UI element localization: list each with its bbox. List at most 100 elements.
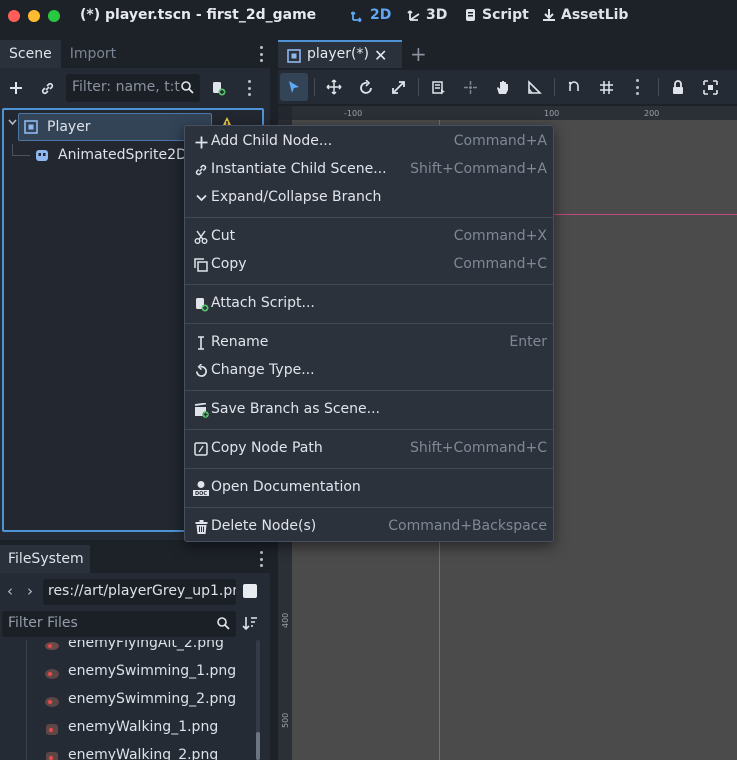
workspace-script-button[interactable]: Script xyxy=(463,7,529,23)
context-menu: Add Child Node... Command+A Instantiate … xyxy=(184,125,554,542)
ruler-mode-button[interactable] xyxy=(520,73,548,101)
attach-script-icon xyxy=(212,81,225,95)
menu-item-open-documentation[interactable]: DOC Open Documentation xyxy=(191,475,547,501)
scale-mode-button[interactable] xyxy=(384,73,412,101)
filesystem-path-row: ‹ › res://art/playerGrey_up1.pn xyxy=(0,577,270,605)
scene-filter-placeholder: Filter: name, t:t xyxy=(72,79,180,95)
more-vertical-icon xyxy=(636,79,640,95)
workspace-assetlib-button[interactable]: AssetLib xyxy=(542,7,628,23)
dock-menu-icon[interactable] xyxy=(260,551,264,567)
group-button[interactable] xyxy=(696,73,724,101)
copy-icon xyxy=(193,257,209,273)
filesystem-scrollbar[interactable] xyxy=(256,640,260,760)
2d-icon xyxy=(351,11,362,22)
scrollbar-thumb[interactable] xyxy=(256,732,260,760)
menu-item-save-branch-as-scene[interactable]: Save Branch as Scene... xyxy=(191,397,547,423)
link-icon xyxy=(193,162,209,178)
tab-label: player(*) xyxy=(307,46,369,62)
menu-item-rename[interactable]: Rename Enter xyxy=(191,330,547,356)
assetlib-icon xyxy=(543,9,555,21)
menu-item-delete-nodes[interactable]: Delete Node(s) Command+Backspace xyxy=(191,514,547,540)
svg-text:DOC: DOC xyxy=(195,491,207,496)
close-window-button[interactable] xyxy=(8,10,20,22)
rotate-icon xyxy=(359,79,372,94)
tab-filesystem[interactable]: FileSystem xyxy=(0,545,90,573)
animated-sprite-icon xyxy=(36,150,48,161)
sort-icon[interactable] xyxy=(242,615,258,631)
add-icon xyxy=(193,134,209,150)
text-cursor-icon xyxy=(193,335,209,351)
filesystem-dock: FileSystem ‹ › res://art/playerGrey_up1.… xyxy=(0,545,270,760)
menu-separator xyxy=(185,468,553,469)
menu-item-expand-collapse-branch[interactable]: Expand/Collapse Branch xyxy=(191,185,547,211)
menu-item-change-type[interactable]: Change Type... xyxy=(191,358,547,384)
3d-icon xyxy=(407,10,420,21)
toggle-split-icon[interactable] xyxy=(243,584,257,598)
back-arrow-icon[interactable]: ‹ xyxy=(7,582,13,600)
filter-files-input[interactable]: Filter Files xyxy=(2,611,236,637)
instantiate-scene-button[interactable] xyxy=(36,72,58,104)
menu-item-copy[interactable]: Copy Command+C xyxy=(191,252,547,278)
script-icon xyxy=(466,9,475,21)
image-file-icon xyxy=(45,697,59,707)
menu-item-label: Expand/Collapse Branch xyxy=(211,189,382,205)
pan-mode-button[interactable] xyxy=(488,73,516,101)
rotate-mode-button[interactable] xyxy=(352,73,380,101)
filesystem-tabs: FileSystem xyxy=(0,545,270,573)
pivot-mode-button[interactable] xyxy=(456,73,484,101)
link-icon xyxy=(41,82,53,94)
menu-item-instantiate-child-scene[interactable]: Instantiate Child Scene... Shift+Command… xyxy=(191,157,547,183)
workspace-3d-button[interactable]: 3D xyxy=(407,7,447,23)
menu-item-label: Add Child Node... xyxy=(211,133,333,149)
move-mode-button[interactable] xyxy=(320,73,348,101)
maximize-window-button[interactable] xyxy=(48,10,60,22)
menu-item-label: Attach Script... xyxy=(211,295,315,311)
select-mode-button[interactable] xyxy=(280,73,308,101)
title-bar: (*) player.tscn - first_2d_game 2D 3D Sc… xyxy=(0,0,737,33)
plus-icon xyxy=(10,82,22,94)
tree-item-animatedsprite2d[interactable]: AnimatedSprite2D xyxy=(34,141,187,169)
image-file-icon xyxy=(46,752,58,760)
add-node-button[interactable] xyxy=(6,72,26,104)
tab-import[interactable]: Import xyxy=(61,40,125,68)
window-title: (*) player.tscn - first_2d_game xyxy=(80,7,317,23)
attach-script-icon xyxy=(193,296,209,312)
menu-item-cut[interactable]: Cut Command+X xyxy=(191,224,547,250)
tab-player[interactable]: player(*) ✕ xyxy=(278,40,402,68)
path-field[interactable]: res://art/playerGrey_up1.pn xyxy=(43,579,236,605)
menu-item-label: Copy Node Path xyxy=(211,440,323,456)
menu-item-copy-node-path[interactable]: Copy Node Path Shift+Command+C xyxy=(191,436,547,462)
scene-more-button[interactable] xyxy=(243,72,257,104)
scene-dock-tabs: Scene Import xyxy=(0,40,270,68)
ruler-icon xyxy=(527,79,542,94)
menu-item-attach-script[interactable]: Attach Script... xyxy=(191,291,547,317)
forward-arrow-icon[interactable]: › xyxy=(27,582,33,600)
more-vertical-icon xyxy=(248,80,252,96)
menu-item-label: Cut xyxy=(211,228,236,244)
move-icon xyxy=(326,79,342,95)
minimize-window-button[interactable] xyxy=(28,10,40,22)
smart-snap-icon xyxy=(568,80,579,91)
scene-filter-input[interactable]: Filter: name, t:t xyxy=(66,74,200,102)
menu-separator xyxy=(185,507,553,508)
grid-snap-button[interactable] xyxy=(592,73,620,101)
node-path-icon xyxy=(193,441,209,457)
menu-item-add-child-node[interactable]: Add Child Node... Command+A xyxy=(191,129,547,155)
close-icon[interactable]: ✕ xyxy=(374,46,387,65)
list-select-button[interactable] xyxy=(424,73,452,101)
attach-script-button[interactable] xyxy=(208,72,228,104)
ruler-label: 100 xyxy=(544,109,560,118)
snap-options-button[interactable] xyxy=(624,73,652,101)
dock-menu-icon[interactable] xyxy=(260,46,264,62)
add-tab-icon[interactable]: + xyxy=(410,42,427,66)
tab-scene[interactable]: Scene xyxy=(0,40,61,68)
tree-item-player[interactable]: Player xyxy=(18,113,212,141)
lock-button[interactable] xyxy=(664,73,692,101)
smart-snap-button[interactable] xyxy=(560,73,588,101)
menu-item-label: Copy xyxy=(211,256,247,272)
menu-item-shortcut: Command+C xyxy=(453,256,547,272)
workspace-2d-button[interactable]: 2D xyxy=(351,7,391,23)
menu-item-shortcut: Shift+Command+C xyxy=(409,440,547,456)
chevron-down-icon[interactable] xyxy=(8,119,17,126)
menu-separator xyxy=(185,323,553,324)
